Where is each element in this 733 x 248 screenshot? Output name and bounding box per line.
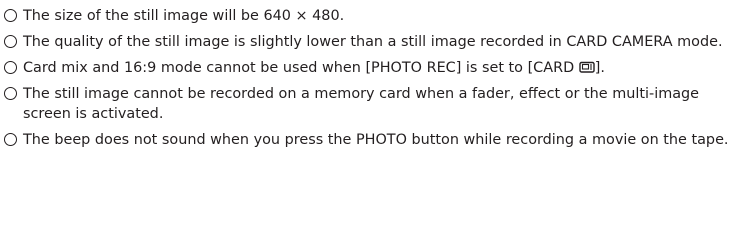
note-text-before-icon: Card mix and 16:9 mode cannot be used wh… <box>23 60 579 76</box>
note-item: The size of the still image will be 640 … <box>4 6 733 26</box>
note-text: The still image cannot be recorded on a … <box>23 86 700 122</box>
circle-bullet-icon <box>4 61 17 74</box>
circle-bullet-icon <box>4 87 17 100</box>
note-item: Card mix and 16:9 mode cannot be used wh… <box>4 58 733 78</box>
note-item: The beep does not sound when you press t… <box>4 130 733 150</box>
card-mode-icon <box>579 61 595 73</box>
note-item: The quality of the still image is slight… <box>4 32 733 52</box>
note-text: The quality of the still image is slight… <box>23 34 723 50</box>
note-item: The still image cannot be recorded on a … <box>4 84 733 124</box>
note-text-after-icon: ]. <box>594 60 605 76</box>
note-text: The size of the still image will be 640 … <box>23 8 345 24</box>
circle-bullet-icon <box>4 133 17 146</box>
circle-bullet-icon <box>4 9 17 22</box>
note-text: The beep does not sound when you press t… <box>23 132 729 148</box>
circle-bullet-icon <box>4 35 17 48</box>
note-text: Card mix and 16:9 mode cannot be used wh… <box>23 58 733 78</box>
notes-list: The size of the still image will be 640 … <box>0 0 733 150</box>
